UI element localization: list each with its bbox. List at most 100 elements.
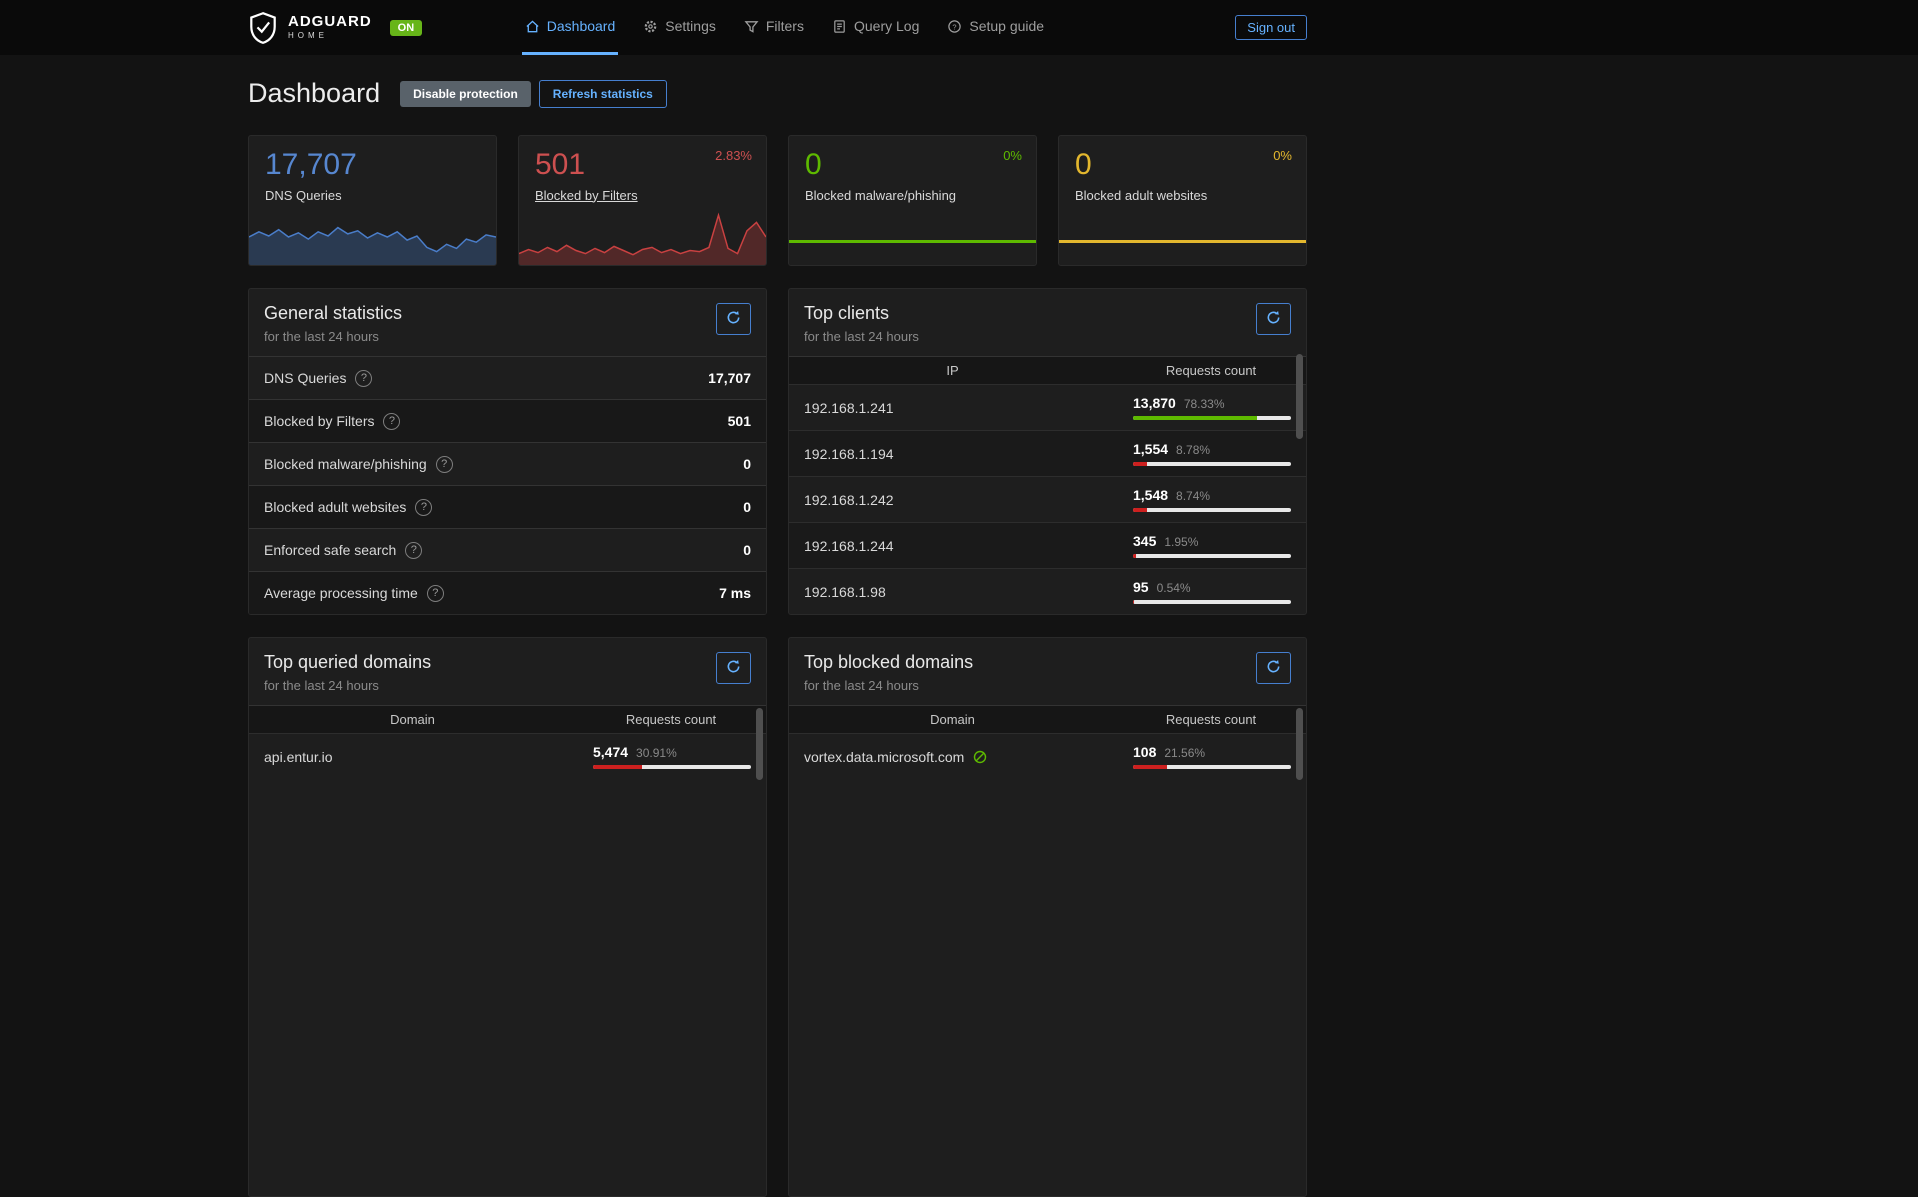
refresh-icon <box>726 310 741 328</box>
requests-count: 13,870 <box>1133 395 1176 411</box>
stat-value: 0 <box>805 148 1036 183</box>
scrollbar-thumb[interactable] <box>756 708 763 780</box>
stat-card-blocked-malware: 0 Blocked malware/phishing 0% <box>788 135 1037 266</box>
help-icon[interactable]: ? <box>436 456 453 473</box>
table-header-row: Domain Requests count <box>249 705 766 733</box>
scrollbar-thumb[interactable] <box>1296 708 1303 780</box>
top-blocked-table: vortex.data.microsoft.com 108 21.56% <box>789 733 1306 779</box>
dns-queries-sparkline <box>249 207 496 265</box>
domain-name: vortex.data.microsoft.com <box>804 749 964 765</box>
protection-status-badge: ON <box>390 20 423 36</box>
client-ip: 192.168.1.244 <box>804 538 1133 554</box>
stat-percent: 0% <box>1273 148 1292 163</box>
refresh-top-clients-button[interactable] <box>1256 303 1291 335</box>
domain-row: vortex.data.microsoft.com 108 21.56% <box>789 733 1306 779</box>
column-header-domain: Domain <box>789 712 1116 727</box>
refresh-statistics-button[interactable]: Refresh statistics <box>539 80 667 108</box>
requests-percent: 8.74% <box>1176 489 1210 503</box>
requests-progress-bar <box>1133 508 1291 512</box>
adult-flatline-chart <box>1059 240 1306 243</box>
card-title: General statistics <box>264 303 402 324</box>
stat-row-label: Blocked malware/phishing <box>264 456 427 472</box>
nav-setup-guide[interactable]: ? Setup guide <box>944 0 1047 55</box>
general-statistics-card: General statistics for the last 24 hours… <box>248 288 767 615</box>
stat-label: Blocked malware/phishing <box>805 188 1036 203</box>
help-icon[interactable]: ? <box>405 542 422 559</box>
stat-row: Blocked by Filters ? 501 <box>249 399 766 442</box>
stat-cards-row: 17,707 DNS Queries 501 Blocked by Filter… <box>248 135 1307 266</box>
card-title: Top clients <box>804 303 919 324</box>
sign-out-button[interactable]: Sign out <box>1235 15 1307 40</box>
nav-settings[interactable]: Settings <box>640 0 719 55</box>
setup-guide-help-icon: ? <box>947 19 962 34</box>
domain-row: api.entur.io 5,474 30.91% <box>249 733 766 779</box>
shield-logo-icon <box>248 12 278 44</box>
stat-row-label: Average processing time <box>264 585 418 601</box>
client-ip: 192.168.1.242 <box>804 492 1133 508</box>
top-queried-domains-card: Top queried domains for the last 24 hour… <box>248 637 767 1197</box>
column-header-requests: Requests count <box>576 712 766 727</box>
column-header-requests: Requests count <box>1116 712 1306 727</box>
stat-row-label: Blocked by Filters <box>264 413 374 429</box>
refresh-icon <box>726 659 741 677</box>
main-content: Dashboard Disable protection Refresh sta… <box>248 78 1307 1197</box>
requests-percent: 78.33% <box>1184 397 1225 411</box>
nav-dashboard[interactable]: Dashboard <box>522 0 619 55</box>
requests-count: 1,548 <box>1133 487 1168 503</box>
stat-row-value: 17,707 <box>708 370 751 386</box>
svg-text:?: ? <box>953 22 957 31</box>
stat-label: DNS Queries <box>265 188 496 203</box>
requests-progress-bar <box>1133 462 1291 466</box>
stat-row: Blocked malware/phishing ? 0 <box>249 442 766 485</box>
stat-card-blocked-by-filters: 501 Blocked by Filters 2.83% <box>518 135 767 266</box>
table-header-row: IP Requests count <box>789 356 1306 384</box>
help-icon[interactable]: ? <box>427 585 444 602</box>
requests-count: 95 <box>1133 579 1149 595</box>
dashboard-icon <box>525 19 540 34</box>
stat-label: Blocked adult websites <box>1075 188 1306 203</box>
stat-percent: 0% <box>1003 148 1022 163</box>
scrollbar-thumb[interactable] <box>1296 354 1303 439</box>
refresh-icon <box>1266 659 1281 677</box>
column-header-domain: Domain <box>249 712 576 727</box>
client-row: 192.168.1.244 345 1.95% <box>789 522 1306 568</box>
column-header-requests: Requests count <box>1116 363 1306 378</box>
refresh-icon <box>1266 310 1281 328</box>
malware-flatline-chart <box>789 240 1036 243</box>
stat-value: 17,707 <box>265 148 496 183</box>
nav-filters[interactable]: Filters <box>741 0 807 55</box>
requests-count: 1,554 <box>1133 441 1168 457</box>
known-tracker-icon[interactable] <box>972 749 988 765</box>
blocked-by-filters-link[interactable]: Blocked by Filters <box>535 188 766 203</box>
client-ip: 192.168.1.241 <box>804 400 1133 416</box>
requests-percent: 30.91% <box>636 746 677 760</box>
card-title: Top queried domains <box>264 652 431 673</box>
client-row: 192.168.1.242 1,548 8.74% <box>789 476 1306 522</box>
stat-row: Average processing time ? 7 ms <box>249 571 766 614</box>
query-log-icon <box>832 19 847 34</box>
stat-row-label: Enforced safe search <box>264 542 396 558</box>
settings-gear-icon <box>643 19 658 34</box>
disable-protection-button[interactable]: Disable protection <box>400 81 531 107</box>
help-icon[interactable]: ? <box>415 499 432 516</box>
client-row: 192.168.1.194 1,554 8.78% <box>789 430 1306 476</box>
requests-progress-bar <box>1133 765 1291 769</box>
card-title: Top blocked domains <box>804 652 973 673</box>
client-row: 192.168.1.98 95 0.54% <box>789 568 1306 614</box>
refresh-top-queried-button[interactable] <box>716 652 751 684</box>
refresh-top-blocked-button[interactable] <box>1256 652 1291 684</box>
help-icon[interactable]: ? <box>383 413 400 430</box>
help-icon[interactable]: ? <box>355 370 372 387</box>
refresh-general-statistics-button[interactable] <box>716 303 751 335</box>
filters-funnel-icon <box>744 19 759 34</box>
stat-percent: 2.83% <box>715 148 752 163</box>
requests-progress-bar <box>1133 600 1291 604</box>
requests-percent: 1.95% <box>1164 535 1198 549</box>
nav-query-log[interactable]: Query Log <box>829 0 922 55</box>
requests-count: 108 <box>1133 744 1156 760</box>
brand-name: ADGUARD <box>288 14 372 31</box>
page-title: Dashboard <box>248 78 380 109</box>
brand-logo[interactable]: ADGUARD HOME ON <box>248 12 422 44</box>
brand-subtitle: HOME <box>288 32 372 41</box>
top-clients-table: 192.168.1.241 13,870 78.33% 192.168.1.19… <box>789 384 1306 614</box>
